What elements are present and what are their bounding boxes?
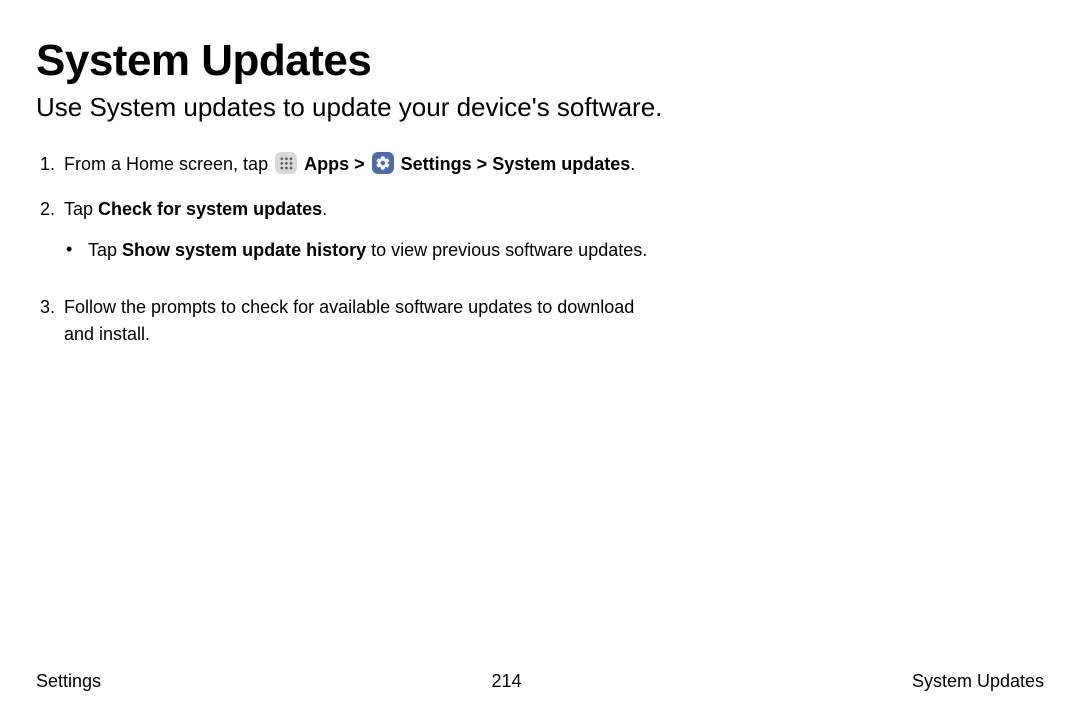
gear-icon [372, 152, 394, 174]
apps-label: Apps [304, 154, 349, 174]
system-updates-label: System updates [492, 154, 630, 174]
footer-left: Settings [36, 671, 101, 692]
check-updates-label: Check for system updates [98, 199, 322, 219]
step-number: 2. [36, 196, 64, 223]
bullet-dot: • [64, 237, 88, 264]
step-text: Follow the prompts to check for availabl… [64, 294, 656, 348]
footer-right: System Updates [912, 671, 1044, 692]
step-number: 3. [36, 294, 64, 321]
show-history-label: Show system update history [122, 240, 366, 260]
step-number: 1. [36, 151, 64, 178]
settings-label: Settings [401, 154, 472, 174]
page-subtitle: Use System updates to update your device… [36, 92, 1044, 123]
page-footer: Settings 214 System Updates [0, 671, 1080, 692]
bullet-item: • Tap Show system update history to view… [64, 237, 656, 264]
period: . [322, 199, 327, 219]
sub-bullets: • Tap Show system update history to view… [64, 237, 656, 264]
footer-page-number: 214 [491, 671, 521, 692]
period: . [630, 154, 635, 174]
separator: > [354, 154, 370, 174]
step-1: 1. From a Home screen, tap Apps > Settin… [36, 151, 656, 178]
step-2: 2. Tap Check for system updates. • Tap S… [36, 196, 656, 276]
bullet-text: to view previous software updates. [366, 240, 647, 260]
apps-icon [275, 152, 297, 174]
step-text: From a Home screen, tap [64, 154, 273, 174]
steps-list: 1. From a Home screen, tap Apps > Settin… [36, 151, 656, 348]
bullet-text: Tap [88, 240, 122, 260]
separator: > [477, 154, 493, 174]
page-title: System Updates [36, 36, 1044, 86]
step-text: Tap [64, 199, 98, 219]
step-3: 3. Follow the prompts to check for avail… [36, 294, 656, 348]
